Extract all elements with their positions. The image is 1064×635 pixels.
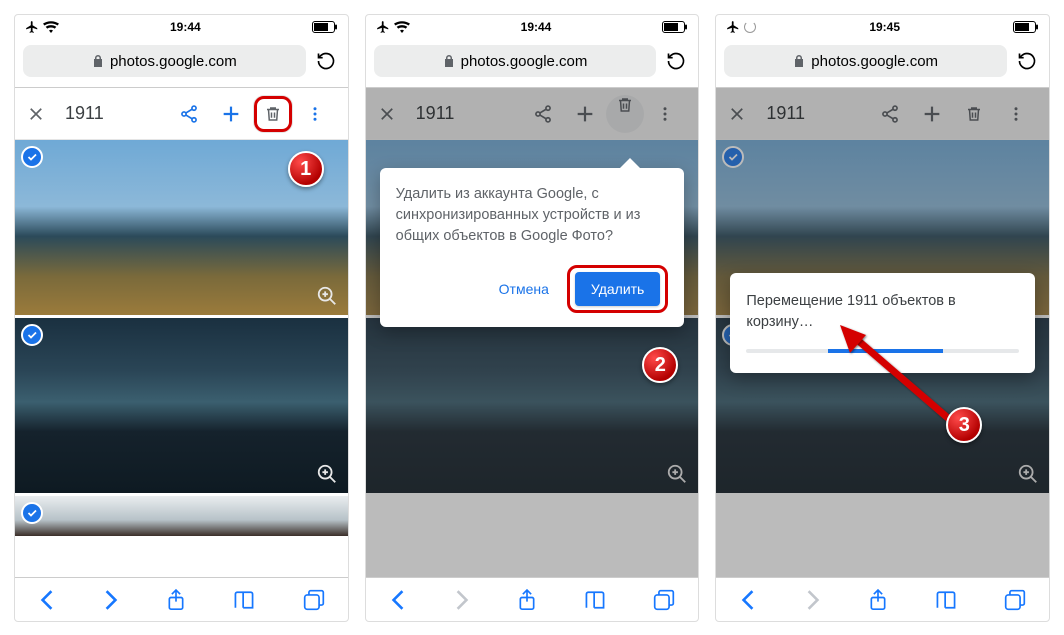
zoom-icon [1017, 463, 1039, 485]
selection-count: 1911 [61, 103, 104, 124]
selected-check-icon [722, 146, 744, 168]
share-sheet-button[interactable] [517, 588, 537, 612]
safari-toolbar [15, 577, 348, 621]
zoom-icon[interactable] [316, 463, 338, 485]
more-button [995, 105, 1037, 123]
more-button[interactable] [644, 105, 686, 123]
step-badge-1: 1 [288, 151, 324, 187]
close-selection-button[interactable] [27, 105, 61, 123]
delete-button-highlight [254, 96, 292, 132]
airplane-mode-icon [25, 20, 39, 34]
lock-icon [443, 54, 455, 68]
selection-count: 1911 [412, 103, 455, 124]
url-text: photos.google.com [110, 53, 237, 70]
add-button[interactable] [210, 103, 252, 125]
safari-toolbar [366, 577, 699, 621]
wifi-icon [394, 21, 410, 33]
photo-grid [15, 140, 348, 577]
browser-address-bar: photos.google.com [15, 39, 348, 88]
delete-button-highlight: Удалить [567, 265, 668, 313]
trash-icon-active[interactable] [606, 95, 644, 133]
battery-icon [1013, 21, 1039, 33]
status-bar: 19:44 [366, 15, 699, 39]
forward-button [804, 589, 822, 611]
browser-address-bar: photos.google.com [716, 39, 1049, 88]
screen-3: 19:45 photos.google.com 1911 Перемещение… [715, 14, 1050, 622]
share-button[interactable] [168, 104, 210, 124]
selection-toolbar: 1911 [15, 88, 348, 140]
more-button[interactable] [294, 105, 336, 123]
selection-toolbar: 1911 [366, 88, 699, 140]
url-pill[interactable]: photos.google.com [374, 45, 657, 77]
selected-check-icon[interactable] [21, 324, 43, 346]
refresh-button[interactable] [1013, 50, 1041, 72]
lock-icon [92, 54, 104, 68]
back-button[interactable] [38, 589, 56, 611]
url-text: photos.google.com [811, 53, 938, 70]
selection-count: 1911 [762, 103, 805, 124]
screen-1: 19:44 photos.google.com 1911 [14, 14, 349, 622]
close-selection-button [728, 105, 762, 123]
back-button[interactable] [739, 589, 757, 611]
popover-message: Удалить из аккаунта Google, с синхронизи… [396, 184, 669, 247]
refresh-button[interactable] [662, 50, 690, 72]
photo-thumbnail[interactable] [15, 318, 348, 493]
share-button[interactable] [522, 104, 564, 124]
safari-toolbar [716, 577, 1049, 621]
clock: 19:44 [170, 20, 201, 34]
url-pill[interactable]: photos.google.com [23, 45, 306, 77]
loading-spinner-icon [744, 21, 756, 33]
tabs-button[interactable] [303, 589, 325, 611]
photo-thumbnail [366, 318, 699, 493]
forward-button [453, 589, 471, 611]
screen-2: 19:44 photos.google.com 1911 Удалить из … [365, 14, 700, 622]
tabs-button[interactable] [1004, 589, 1026, 611]
browser-address-bar: photos.google.com [366, 39, 699, 88]
bookmarks-button[interactable] [232, 590, 256, 610]
trash-icon[interactable] [264, 104, 282, 124]
url-text: photos.google.com [461, 53, 588, 70]
url-pill[interactable]: photos.google.com [724, 45, 1007, 77]
airplane-mode-icon [376, 20, 390, 34]
status-bar: 19:45 [716, 15, 1049, 39]
delete-confirm-popover: Удалить из аккаунта Google, с синхронизи… [380, 168, 685, 327]
share-sheet-button[interactable] [166, 588, 186, 612]
trash-icon [953, 104, 995, 124]
share-button [869, 104, 911, 124]
zoom-icon [666, 463, 688, 485]
lock-icon [793, 54, 805, 68]
close-selection-button[interactable] [378, 105, 412, 123]
wifi-icon [43, 21, 59, 33]
photo-thumbnail[interactable] [15, 496, 348, 536]
share-sheet-button[interactable] [868, 588, 888, 612]
add-button [911, 103, 953, 125]
add-button[interactable] [564, 103, 606, 125]
selected-check-icon[interactable] [21, 502, 43, 524]
airplane-mode-icon [726, 20, 740, 34]
clock: 19:45 [869, 20, 900, 34]
battery-icon [662, 21, 688, 33]
tabs-button[interactable] [653, 589, 675, 611]
bookmarks-button[interactable] [934, 590, 958, 610]
cancel-button[interactable]: Отмена [493, 273, 555, 305]
clock: 19:44 [521, 20, 552, 34]
selected-check-icon[interactable] [21, 146, 43, 168]
status-bar: 19:44 [15, 15, 348, 39]
zoom-icon[interactable] [316, 285, 338, 307]
delete-confirm-button[interactable]: Удалить [575, 272, 660, 306]
forward-button[interactable] [102, 589, 120, 611]
battery-icon [312, 21, 338, 33]
selection-toolbar: 1911 [716, 88, 1049, 140]
back-button[interactable] [389, 589, 407, 611]
refresh-button[interactable] [312, 50, 340, 72]
bookmarks-button[interactable] [583, 590, 607, 610]
delete-button-wrapper [252, 101, 294, 127]
